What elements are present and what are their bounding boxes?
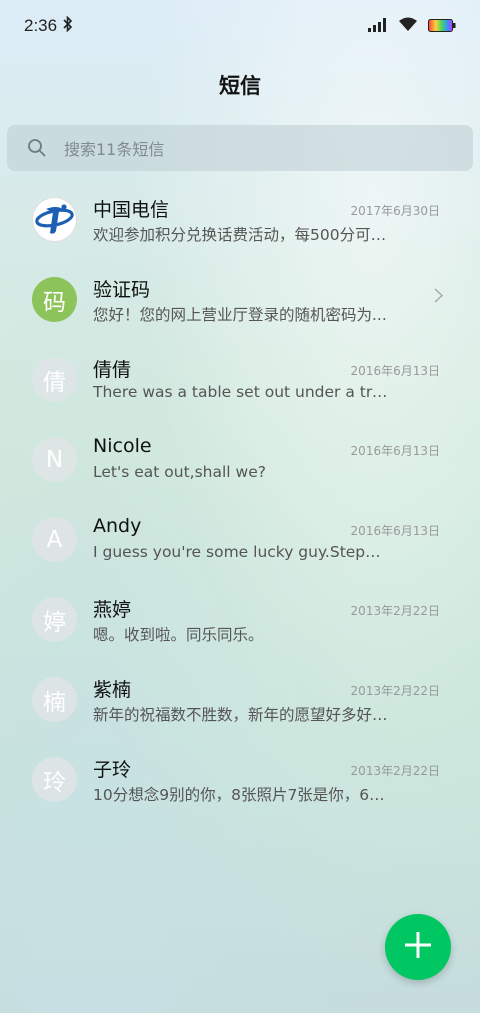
conversation-item[interactable]: 倩 倩倩 2016年6月13日 There was a table set ou… bbox=[0, 338, 480, 418]
avatar: 婷 bbox=[32, 597, 77, 642]
signal-icon bbox=[368, 17, 388, 36]
avatar: 码 bbox=[32, 277, 77, 322]
message-date: 2016年6月13日 bbox=[350, 364, 440, 378]
plus-icon bbox=[404, 931, 432, 963]
search-input[interactable] bbox=[62, 125, 446, 173]
china-telecom-logo-avatar bbox=[32, 197, 77, 242]
contact-name: 验证码 bbox=[93, 279, 151, 301]
contact-name: 中国电信 bbox=[93, 199, 170, 221]
message-date: 2016年6月13日 bbox=[350, 524, 440, 538]
message-preview: There was a table set out under a tree i… bbox=[93, 383, 389, 401]
search-bar[interactable] bbox=[7, 125, 473, 173]
contact-name: Andy bbox=[93, 515, 142, 537]
chevron-right-icon bbox=[434, 288, 444, 307]
avatar: 倩 bbox=[32, 357, 77, 402]
conversation-item[interactable]: 楠 紫楠 2013年2月22日 新年的祝福数不胜数，新年的愿望好多好多... bbox=[0, 658, 480, 738]
contact-name: 倩倩 bbox=[93, 359, 132, 381]
conversation-item[interactable]: N Nicole 2016年6月13日 Let's eat out,shall … bbox=[0, 418, 480, 498]
contact-name: 子玲 bbox=[93, 759, 132, 781]
battery-icon bbox=[428, 17, 456, 36]
message-preview: Let's eat out,shall we? bbox=[93, 463, 266, 481]
conversation-item[interactable]: A Andy 2016年6月13日 I guess you're some lu… bbox=[0, 498, 480, 578]
contact-name: 紫楠 bbox=[93, 679, 132, 701]
avatar: 楠 bbox=[32, 677, 77, 722]
conversation-item[interactable]: 婷 燕婷 2013年2月22日 嗯。收到啦。同乐同乐。 bbox=[0, 578, 480, 658]
message-preview: 嗯。收到啦。同乐同乐。 bbox=[93, 626, 264, 644]
contact-name: Nicole bbox=[93, 435, 152, 457]
message-date: 2017年6月30日 bbox=[350, 204, 440, 218]
avatar: A bbox=[32, 517, 77, 562]
new-message-button[interactable] bbox=[385, 914, 451, 980]
message-date: 2013年2月22日 bbox=[350, 604, 440, 618]
conversation-item[interactable]: 码 验证码 您好！您的网上营业厅登录的随机密码为... bbox=[0, 258, 480, 338]
search-icon bbox=[27, 138, 47, 162]
message-preview: 欢迎参加积分兑换话费活动，每500分可兑换... bbox=[93, 226, 389, 244]
message-preview: 10分想念9别的你，8张照片7张是你，6只... bbox=[93, 786, 389, 804]
message-date: 2013年2月22日 bbox=[350, 684, 440, 698]
wifi-icon bbox=[398, 17, 418, 36]
message-date: 2016年6月13日 bbox=[350, 444, 440, 458]
bluetooth-icon bbox=[63, 15, 73, 36]
conversation-item[interactable]: 玲 子玲 2013年2月22日 10分想念9别的你，8张照片7张是你，6只... bbox=[0, 738, 480, 818]
avatar: 玲 bbox=[32, 757, 77, 802]
message-preview: 您好！您的网上营业厅登录的随机密码为... bbox=[93, 306, 387, 324]
message-preview: I guess you're some lucky guy.Stephanie.… bbox=[93, 543, 389, 561]
avatar: N bbox=[32, 437, 77, 482]
message-preview: 新年的祝福数不胜数，新年的愿望好多好多... bbox=[93, 706, 389, 724]
contact-name: 燕婷 bbox=[93, 599, 132, 621]
conversation-list: 中国电信 2017年6月30日 欢迎参加积分兑换话费活动，每500分可兑换...… bbox=[0, 178, 480, 818]
page-title: 短信 bbox=[219, 74, 261, 98]
message-date: 2013年2月22日 bbox=[350, 764, 440, 778]
status-time: 2:36 bbox=[24, 16, 58, 35]
status-bar: 2:36 bbox=[0, 0, 480, 52]
conversation-item[interactable]: 中国电信 2017年6月30日 欢迎参加积分兑换话费活动，每500分可兑换... bbox=[0, 178, 480, 258]
